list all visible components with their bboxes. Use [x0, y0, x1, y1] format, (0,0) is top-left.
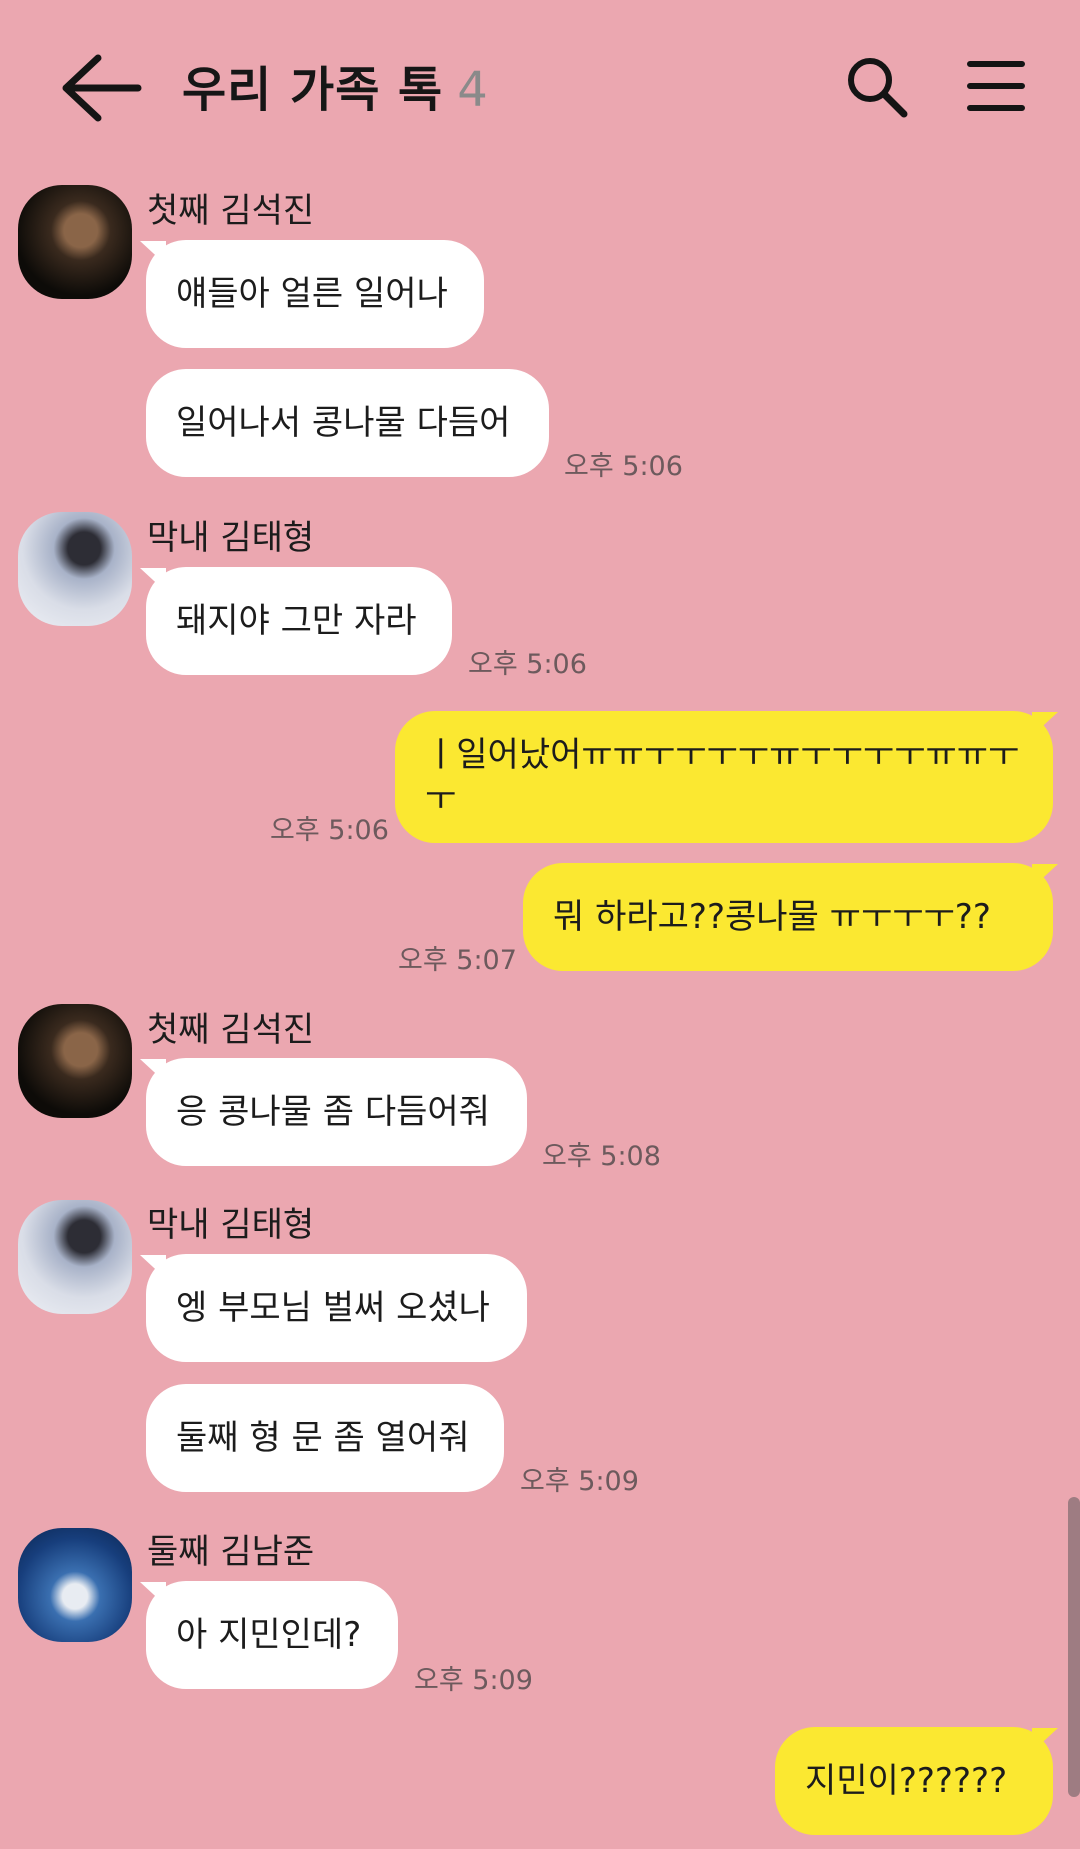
message-bubble[interactable]: 얘들아 얼른 일어나 — [146, 240, 484, 348]
sender-name: 첫째 김석진 — [147, 1010, 315, 1050]
search-button[interactable] — [844, 54, 910, 120]
arrow-left-icon — [62, 54, 142, 122]
sender-name: 막내 김태형 — [147, 1205, 315, 1245]
avatar-seokjin[interactable] — [18, 185, 132, 299]
sender-name: 막내 김태형 — [147, 518, 315, 558]
chat-room-title: 우리 가족 톡4 — [182, 50, 489, 120]
message-time: 오후 5:08 — [542, 1141, 661, 1172]
message-bubble[interactable]: 응 콩나물 좀 다듬어줘 — [146, 1058, 527, 1166]
avatar-namjoon[interactable] — [18, 1528, 132, 1642]
sender-name: 첫째 김석진 — [147, 191, 315, 231]
message-time: 오후 5:07 — [398, 945, 517, 976]
message-time: 오후 5:06 — [270, 815, 389, 846]
my-message-bubble[interactable]: 뭐 하라고??콩나물 ㅠㅜㅜㅜ?? — [523, 863, 1053, 971]
message-bubble[interactable]: 일어나서 콩나물 다듬어 — [146, 369, 549, 477]
message-bubble[interactable]: 아 지민인데? — [146, 1581, 398, 1689]
scrollbar[interactable] — [1068, 1497, 1080, 1797]
avatar-taehyung[interactable] — [18, 1200, 132, 1314]
avatar-taehyung[interactable] — [18, 512, 132, 626]
room-name: 우리 가족 톡 — [182, 62, 444, 118]
message-time: 오후 5:06 — [564, 451, 683, 482]
my-message-bubble[interactable]: ㅣ일어났어ㅠㅠㅜㅜㅜㅜㅠㅜㅜㅜㅜㅠㅠㅜ ㅜ — [395, 711, 1053, 843]
message-bubble[interactable]: 돼지야 그만 자라 — [146, 567, 452, 675]
sender-name: 둘째 김남준 — [147, 1532, 315, 1572]
hamburger-menu-icon — [967, 61, 1025, 111]
avatar-seokjin[interactable] — [18, 1004, 132, 1118]
message-time: 오후 5:09 — [414, 1665, 533, 1696]
back-button[interactable] — [58, 48, 148, 128]
member-count: 4 — [457, 62, 489, 118]
my-message-bubble[interactable]: 지민이?????? — [775, 1727, 1053, 1835]
menu-button[interactable] — [966, 58, 1026, 114]
message-line: ㅣ일어났어ㅠㅠㅜㅜㅜㅜㅠㅜㅜㅜㅜㅠㅠㅜ — [425, 735, 1020, 775]
message-time: 오후 5:09 — [520, 1466, 639, 1497]
chat-header: 우리 가족 톡4 — [0, 0, 1080, 170]
search-icon — [848, 58, 908, 118]
message-bubble[interactable]: 둘째 형 문 좀 열어줘 — [146, 1384, 504, 1492]
message-line: ㅜ — [425, 779, 457, 819]
message-time: 오후 5:06 — [468, 649, 587, 680]
message-bubble[interactable]: 엥 부모님 벌써 오셨나 — [146, 1254, 527, 1362]
